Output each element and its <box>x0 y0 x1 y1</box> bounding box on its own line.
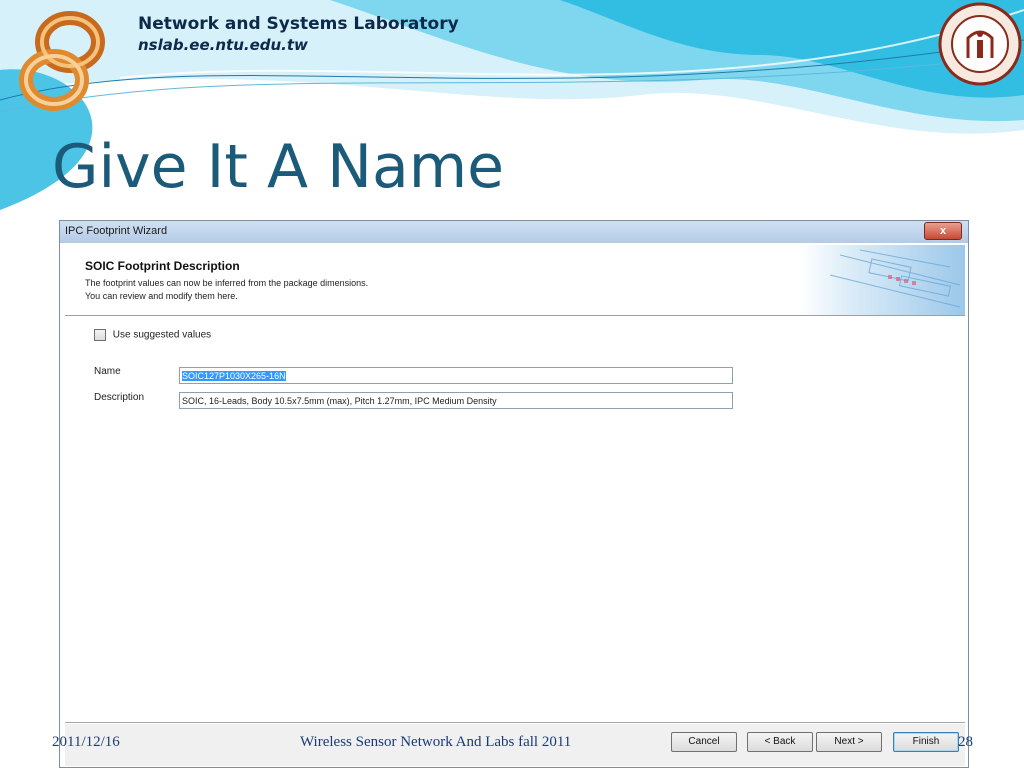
panel-title: SOIC Footprint Description <box>85 259 240 273</box>
description-field-value: SOIC, 16-Leads, Body 10.5x7.5mm (max), P… <box>182 396 497 406</box>
circuit-board-graphic <box>800 245 965 315</box>
slide-footer-text: Wireless Sensor Network And Labs fall 20… <box>300 734 572 750</box>
next-button[interactable]: Next > <box>816 732 882 752</box>
panel-description-line2: You can review and modify them here. <box>85 291 238 301</box>
ipc-footprint-wizard-dialog: IPC Footprint Wizard x SOIC Footprint De… <box>59 220 969 768</box>
slide-title: Give It A Name <box>52 132 505 202</box>
wizard-content: Use suggested values Name SOIC127P1030X2… <box>65 316 965 721</box>
finish-button[interactable]: Finish <box>893 732 959 752</box>
close-icon[interactable]: x <box>924 222 962 240</box>
use-suggested-values-checkbox[interactable] <box>94 329 106 341</box>
dialog-titlebar[interactable]: IPC Footprint Wizard x <box>60 221 968 243</box>
slide-page-number: 28 <box>958 734 973 750</box>
infinity-logo-icon <box>19 11 105 111</box>
lab-name: Network and Systems Laboratory <box>138 14 459 34</box>
footer-divider <box>65 722 965 723</box>
description-label: Description <box>94 392 145 403</box>
slide-date: 2011/12/16 <box>52 734 120 750</box>
name-label: Name <box>94 366 121 377</box>
panel-description-line1: The footprint values can now be inferred… <box>85 278 369 288</box>
cancel-button[interactable]: Cancel <box>671 732 737 752</box>
lab-url: nslab.ee.ntu.edu.tw <box>138 36 308 54</box>
wizard-header-panel: SOIC Footprint Description The footprint… <box>65 245 965 316</box>
name-field[interactable]: SOIC127P1030X265-16N <box>179 367 733 384</box>
description-field[interactable]: SOIC, 16-Leads, Body 10.5x7.5mm (max), P… <box>179 392 733 409</box>
back-button[interactable]: < Back <box>747 732 813 752</box>
use-suggested-values-row[interactable]: Use suggested values <box>94 329 211 341</box>
dialog-title: IPC Footprint Wizard <box>65 225 168 237</box>
use-suggested-values-label: Use suggested values <box>112 329 212 341</box>
university-seal-icon <box>938 2 1022 86</box>
name-field-value: SOIC127P1030X265-16N <box>182 371 286 381</box>
